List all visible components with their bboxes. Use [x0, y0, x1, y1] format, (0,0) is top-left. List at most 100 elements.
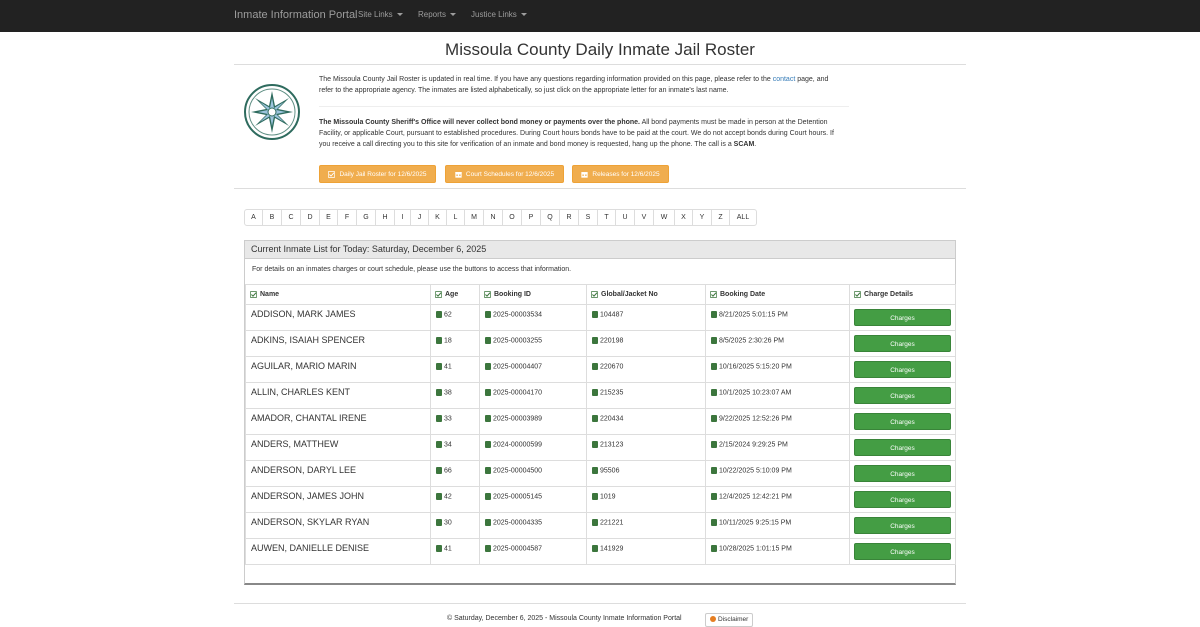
nav-label: Justice Links — [471, 10, 517, 19]
panel-heading: Current Inmate List for Today: Saturday,… — [245, 241, 955, 259]
inmate-list-panel: Current Inmate List for Today: Saturday,… — [244, 240, 956, 585]
letter-s[interactable]: S — [578, 210, 597, 225]
cell-name: ANDERSON, DARYL LEE — [245, 460, 431, 487]
letter-w[interactable]: W — [653, 210, 674, 225]
letter-all[interactable]: ALL — [729, 210, 756, 225]
letter-i[interactable]: I — [394, 210, 410, 225]
letter-a[interactable]: A — [245, 210, 262, 225]
inmate-age: 41 — [444, 545, 452, 553]
table-row: ADDISON, MARK JAMES 62 2025-00003534 104487… — [245, 304, 956, 331]
inmate-age: 41 — [444, 363, 452, 371]
charges-button[interactable]: Charges — [854, 439, 951, 456]
letter-q[interactable]: Q — [540, 210, 559, 225]
inmate-name: ANDERSON, DARYL LEE — [251, 465, 357, 475]
letter-n[interactable]: N — [483, 210, 502, 225]
letter-j[interactable]: J — [410, 210, 428, 225]
caret-down-icon — [520, 13, 527, 17]
letter-p[interactable]: P — [521, 210, 540, 225]
jacket-no: 95506 — [600, 467, 620, 475]
book-icon — [436, 389, 442, 396]
book-icon — [436, 311, 442, 318]
panel-note: For details on an inmates charges or cou… — [252, 266, 572, 273]
inmate-name: AMADOR, CHANTAL IRENE — [251, 413, 367, 423]
charges-button[interactable]: Charges — [854, 387, 951, 404]
booking-date: 10/28/2025 1:01:15 PM — [719, 545, 792, 553]
charges-button[interactable]: Charges — [854, 517, 951, 534]
calendar-icon — [581, 171, 589, 178]
inmate-age: 33 — [444, 415, 452, 423]
booking-date: 8/21/2025 5:01:15 PM — [719, 311, 788, 319]
charges-button[interactable]: Charges — [854, 413, 951, 430]
cell-jacket-no: 215235 — [586, 382, 706, 409]
check-square-icon — [250, 290, 257, 298]
inmate-name: ANDERSON, JAMES JOHN — [251, 491, 365, 501]
book-icon — [485, 467, 491, 474]
letter-o[interactable]: O — [502, 210, 521, 225]
book-icon — [436, 441, 442, 448]
cell-booking-id: 2025-00004587 — [479, 538, 587, 565]
inmate-age: 42 — [444, 493, 452, 501]
letter-k[interactable]: K — [428, 210, 446, 225]
booking-id: 2025-00004587 — [493, 545, 543, 553]
check-square-icon — [591, 290, 598, 298]
charges-button[interactable]: Charges — [854, 361, 951, 378]
cell-booking-id: 2025-00003255 — [479, 330, 587, 357]
charges-button[interactable]: Charges — [854, 543, 951, 560]
letter-x[interactable]: X — [674, 210, 692, 225]
letter-t[interactable]: T — [597, 210, 615, 225]
letter-f[interactable]: F — [337, 210, 356, 225]
brand-link[interactable]: Inmate Information Portal — [234, 9, 358, 21]
intro-text: The Missoula County Jail Roster is updat… — [319, 76, 773, 83]
inmate-name: AUWEN, DANIELLE DENISE — [251, 543, 370, 553]
book-icon — [485, 311, 491, 318]
charges-button[interactable]: Charges — [854, 465, 951, 482]
letter-e[interactable]: E — [319, 210, 337, 225]
cell-booking-date: 10/28/2025 1:01:15 PM — [705, 538, 850, 565]
letter-v[interactable]: V — [634, 210, 653, 225]
charges-button[interactable]: Charges — [854, 309, 951, 326]
cell-jacket-no: 220434 — [586, 408, 706, 435]
jacket-no: 220670 — [600, 363, 624, 371]
book-icon — [711, 519, 717, 526]
letter-h[interactable]: H — [375, 210, 394, 225]
letter-c[interactable]: C — [281, 210, 300, 225]
letter-u[interactable]: U — [615, 210, 634, 225]
info-icon — [710, 616, 716, 623]
book-icon — [592, 493, 598, 500]
inmate-name: ADDISON, MARK JAMES — [251, 309, 356, 319]
cell-jacket-no: 221221 — [586, 512, 706, 539]
cell-booking-date: 9/22/2025 12:52:26 PM — [705, 408, 850, 435]
court-schedules-button[interactable]: Court Schedules for 12/6/2025 — [445, 165, 564, 183]
charges-button[interactable]: Charges — [854, 335, 951, 352]
nav-justice-links[interactable]: Justice Links — [471, 10, 527, 19]
book-icon — [711, 363, 717, 370]
charges-button[interactable]: Charges — [854, 491, 951, 508]
letter-g[interactable]: G — [356, 210, 375, 225]
letter-d[interactable]: D — [300, 210, 319, 225]
booking-date: 10/22/2025 5:10:09 PM — [719, 467, 792, 475]
cell-age: 33 — [430, 408, 480, 435]
letter-y[interactable]: Y — [692, 210, 711, 225]
booking-date: 10/16/2025 5:15:20 PM — [719, 363, 792, 371]
header-label: Booking Date — [720, 291, 766, 298]
letter-z[interactable]: Z — [711, 210, 729, 225]
letter-b[interactable]: B — [262, 210, 281, 225]
letter-r[interactable]: R — [559, 210, 578, 225]
letter-m[interactable]: M — [464, 210, 483, 225]
letter-l[interactable]: L — [446, 210, 464, 225]
check-square-icon — [854, 290, 861, 298]
book-icon — [485, 441, 491, 448]
cell-booking-id: 2025-00004407 — [479, 356, 587, 383]
contact-link[interactable]: contact — [773, 76, 796, 83]
booking-id: 2025-00004500 — [493, 467, 543, 475]
daily-roster-button[interactable]: Daily Jail Roster for 12/6/2025 — [319, 165, 436, 183]
book-icon — [436, 493, 442, 500]
nav-reports[interactable]: Reports — [418, 10, 457, 19]
cell-name: ADDISON, MARK JAMES — [245, 304, 431, 331]
nav-site-links[interactable]: Site Links — [358, 10, 403, 19]
cell-age: 30 — [430, 512, 480, 539]
releases-button[interactable]: Releases for 12/6/2025 — [572, 165, 669, 183]
disclaimer-button[interactable]: Disclaimer — [705, 613, 754, 627]
cell-age: 62 — [430, 304, 480, 331]
cell-booking-date: 10/22/2025 5:10:09 PM — [705, 460, 850, 487]
